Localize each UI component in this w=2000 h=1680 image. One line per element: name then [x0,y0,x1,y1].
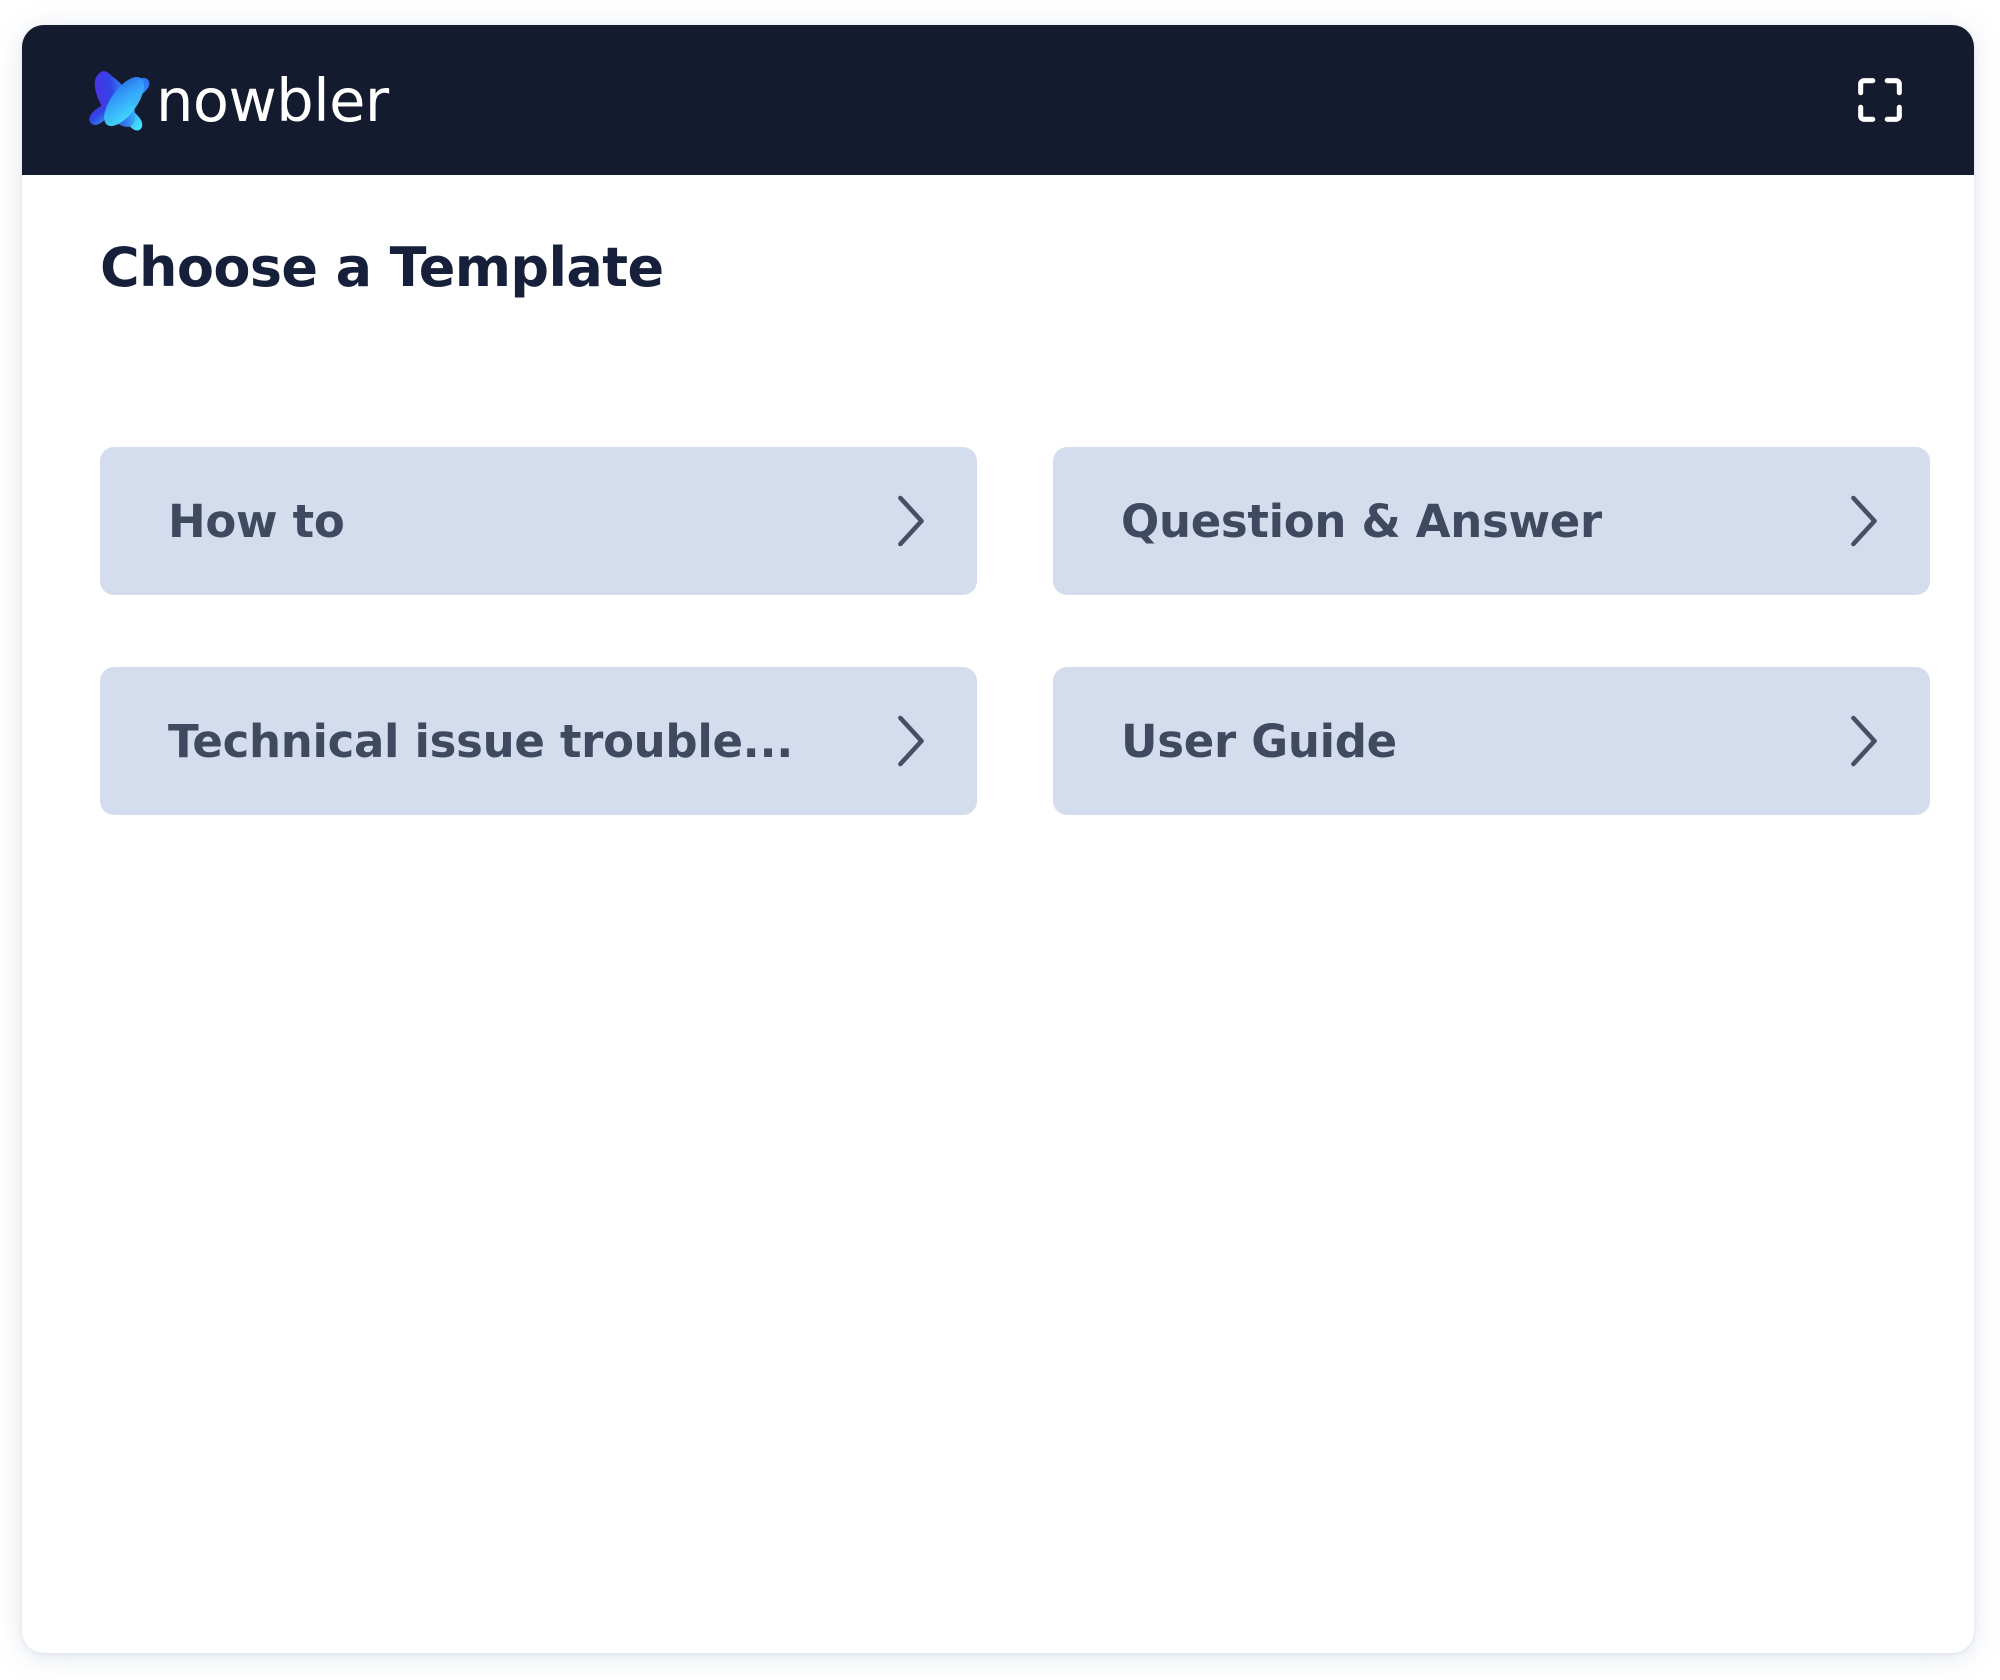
template-card-label: User Guide [1121,714,1397,768]
chevron-right-icon [898,495,924,547]
template-card-technical-issue[interactable]: Technical issue trouble... [100,667,977,816]
knowbler-logo-icon [89,71,150,131]
template-grid: How to Question & Answer Technical issue… [100,447,1930,816]
template-card-how-to[interactable]: How to [100,447,977,596]
template-card-label: Technical issue trouble... [168,714,794,768]
chevron-right-icon [1851,495,1877,547]
content-area: Choose a Template How to Question & Answ… [22,175,1974,816]
chevron-right-icon [1851,715,1877,767]
brand-wordmark: nowbler [156,65,389,135]
template-card-label: Question & Answer [1121,494,1602,548]
fullscreen-expand-icon [1858,78,1902,122]
template-card-question-answer[interactable]: Question & Answer [1053,447,1930,596]
brand-logo[interactable]: nowbler [80,61,389,139]
chevron-right-icon [898,715,924,767]
fullscreen-expand-button[interactable] [1844,64,1916,136]
template-card-label: How to [168,494,345,548]
template-card-user-guide[interactable]: User Guide [1053,667,1930,816]
app-window: nowbler Choose a Template How to Questio… [22,25,1974,1653]
page-title: Choose a Template [100,236,664,299]
header-bar: nowbler [22,25,1974,175]
